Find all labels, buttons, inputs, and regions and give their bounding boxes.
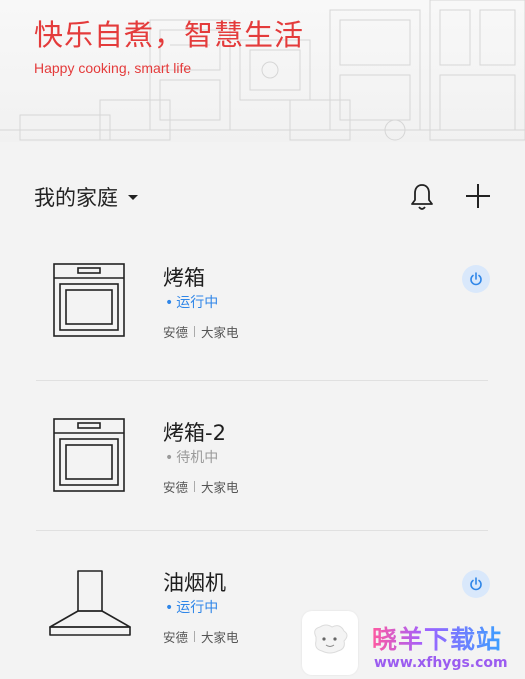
device-status: • 运行中 (165, 295, 219, 311)
oven-icon (53, 418, 125, 492)
list-divider (36, 530, 488, 531)
plus-icon[interactable] (464, 182, 492, 210)
watermark-logo (302, 611, 358, 675)
hero-slogan-subtitle: Happy cooking, smart life (34, 60, 192, 76)
watermark-url: www.xfhygs.com (374, 655, 508, 671)
watermark-site-name: 晓羊下载站 (372, 620, 502, 656)
oven-icon (53, 263, 125, 337)
hero-slogan-title: 快乐自煮，智慧生活 (34, 18, 305, 52)
device-category: 大家电 (201, 630, 239, 645)
home-title: 我的家庭 (34, 186, 118, 210)
power-icon (470, 577, 482, 591)
device-brand: 安德 (163, 325, 189, 340)
device-name: 烤箱-2 (163, 421, 226, 445)
home-header: 我的家庭 (0, 176, 525, 220)
power-icon (470, 272, 482, 286)
range-hood-icon (49, 570, 131, 636)
device-brand: 安德 (163, 630, 189, 645)
device-name: 烤箱 (163, 266, 205, 290)
meta-separator (194, 326, 196, 337)
device-card[interactable]: 烤箱 • 运行中 安德 大家电 (0, 240, 525, 390)
device-status-text: 运行中 (176, 295, 219, 311)
device-brand: 安德 (163, 480, 189, 495)
meta-separator (194, 481, 196, 492)
power-button[interactable] (462, 265, 490, 293)
device-status: • 待机中 (165, 450, 219, 466)
sheep-logo-icon (314, 624, 348, 654)
device-meta: 安德 大家电 (163, 322, 239, 341)
device-status: • 运行中 (165, 600, 219, 616)
caret-down-icon (128, 195, 138, 200)
device-category: 大家电 (201, 480, 239, 495)
device-status-text: 待机中 (176, 450, 219, 466)
power-button[interactable] (462, 570, 490, 598)
device-status-text: 运行中 (176, 600, 219, 616)
list-divider (36, 380, 488, 381)
device-name: 油烟机 (163, 571, 226, 595)
hero-banner: 快乐自煮，智慧生活 Happy cooking, smart life (0, 0, 525, 142)
home-selector-dropdown[interactable]: 我的家庭 (34, 182, 140, 212)
device-card[interactable]: 烤箱-2 • 待机中 安德 大家电 (0, 395, 525, 545)
device-meta: 安德 大家电 (163, 477, 239, 496)
bell-icon[interactable] (408, 181, 436, 213)
device-category: 大家电 (201, 325, 239, 340)
device-meta: 安德 大家电 (163, 627, 239, 646)
meta-separator (194, 631, 196, 642)
